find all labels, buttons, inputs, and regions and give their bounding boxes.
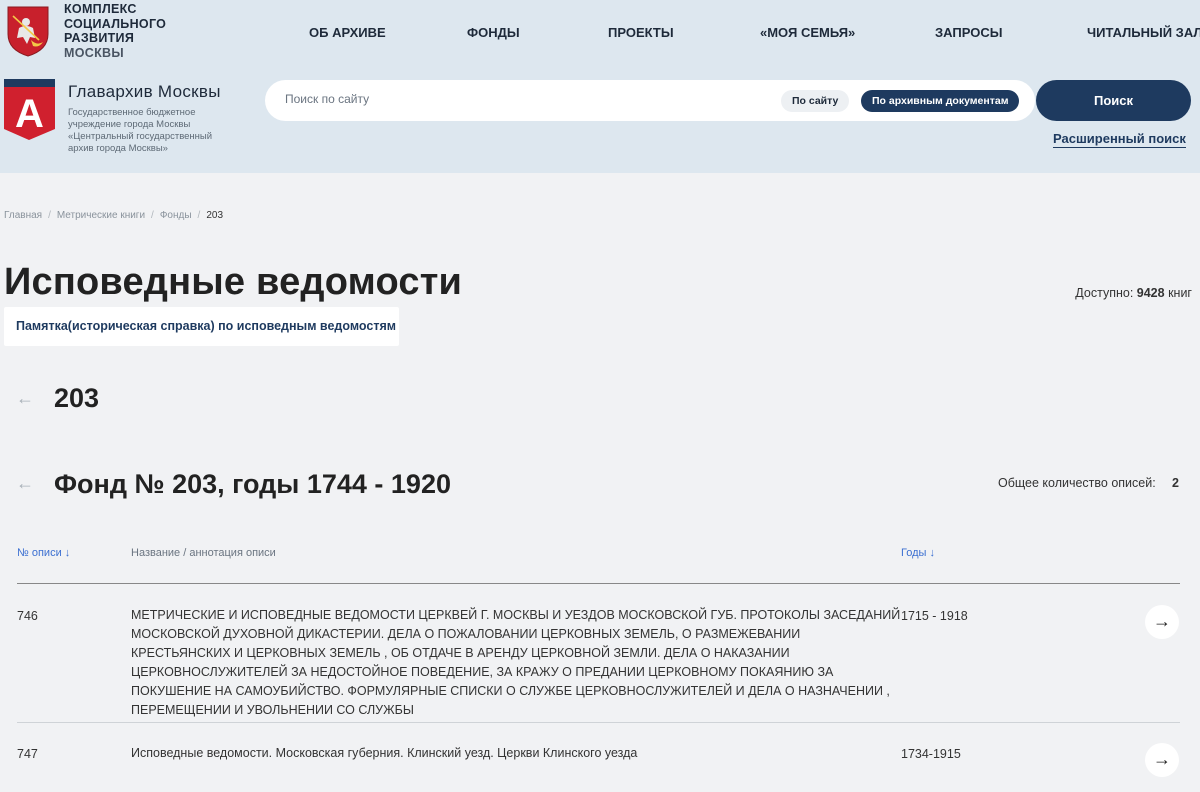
fond-heading: Фонд № 203, годы 1744 - 1920 [54, 469, 451, 499]
search-box: По сайту По архивным документам [265, 80, 1035, 121]
table-header-divider [17, 583, 1180, 584]
available-value: 9428 [1136, 286, 1165, 300]
ksr-line-4: МОСКВЫ [64, 45, 124, 60]
row-inventory-title: МЕТРИЧЕСКИЕ И ИСПОВЕДНЫЕ ВЕДОМОСТИ ЦЕРКВ… [131, 608, 901, 717]
breadcrumb-current: 203 [206, 210, 224, 221]
column-header-title: Название / аннотация описи [131, 547, 276, 559]
column-header-number-sort[interactable]: № описи ↓ [17, 547, 70, 559]
search-scope-site-button[interactable]: По сайту [781, 90, 850, 112]
breadcrumb-separator: / [48, 210, 51, 221]
advanced-search-link[interactable]: Расширенный поиск [1053, 131, 1186, 148]
historical-memo-link[interactable]: Памятка(историческая справка) по исповед… [4, 307, 399, 346]
breadcrumb-home[interactable]: Главная [4, 210, 42, 221]
nav-requests[interactable]: ЗАПРОСЫ [935, 25, 1002, 40]
nav-my-family[interactable]: «МОЯ СЕМЬЯ» [760, 25, 855, 40]
row-inventory-years: 1715 - 1918 [901, 609, 968, 623]
nav-about-archive[interactable]: ОБ АРХИВЕ [309, 25, 386, 40]
breadcrumb-separator: / [197, 210, 201, 221]
breadcrumb-metric-books[interactable]: Метрические книги [57, 210, 145, 221]
row-inventory-years: 1734-1915 [901, 747, 961, 761]
search-input[interactable] [285, 92, 765, 106]
brand-subtitle: Государственное бюджетное учреждение гор… [68, 107, 213, 154]
available-unit: книг [1168, 286, 1192, 300]
back-arrow-icon[interactable]: ← [16, 388, 34, 409]
open-row-arrow-icon[interactable]: → [1145, 605, 1179, 639]
row-inventory-number: 746 [17, 609, 38, 623]
breadcrumb-separator: / [151, 210, 154, 221]
row-inventory-title: Исповедные ведомости. Московская губерни… [131, 746, 638, 760]
table-row-divider [17, 722, 1180, 723]
available-count: Доступно: 9428 книг [1075, 286, 1192, 300]
total-inventories-value: 2 [1172, 476, 1179, 490]
search-button[interactable]: Поиск [1036, 80, 1191, 121]
column-header-years-sort[interactable]: Годы ↓ [901, 547, 935, 559]
total-inventories-label: Общее количество описей: [998, 476, 1156, 490]
brand-title[interactable]: Главархив Москвы [68, 82, 221, 102]
ksr-line-1: КОМПЛЕКС [64, 2, 137, 16]
search-scope-documents-button[interactable]: По архивным документам [861, 90, 1020, 112]
top-navigation: ОБ АРХИВЕ ФОНДЫ ПРОЕКТЫ «МОЯ СЕМЬЯ» ЗАПР… [0, 25, 1200, 45]
nav-fonds[interactable]: ФОНДЫ [467, 25, 520, 40]
section-number-heading: 203 [54, 383, 100, 413]
back-arrow-icon[interactable]: ← [16, 473, 34, 494]
page-title: Исповедные ведомости [4, 261, 463, 303]
breadcrumb-fonds[interactable]: Фонды [160, 210, 192, 221]
logo-letter: А [15, 92, 44, 136]
row-inventory-number: 747 [17, 747, 38, 761]
nav-projects[interactable]: ПРОЕКТЫ [608, 25, 674, 40]
breadcrumb: Главная / Метрические книги / Фонды / 203 [4, 210, 223, 221]
nav-reading-room[interactable]: ЧИТАЛЬНЫЙ ЗАЛ [1087, 25, 1200, 40]
available-label: Доступно: [1075, 286, 1134, 300]
open-row-arrow-icon[interactable]: → [1145, 743, 1179, 777]
glavarchiv-logo-icon[interactable]: А [4, 79, 55, 140]
site-header: КОМПЛЕКС СОЦИАЛЬНОГО РАЗВИТИЯ МОСКВЫ ОБ … [0, 0, 1200, 173]
